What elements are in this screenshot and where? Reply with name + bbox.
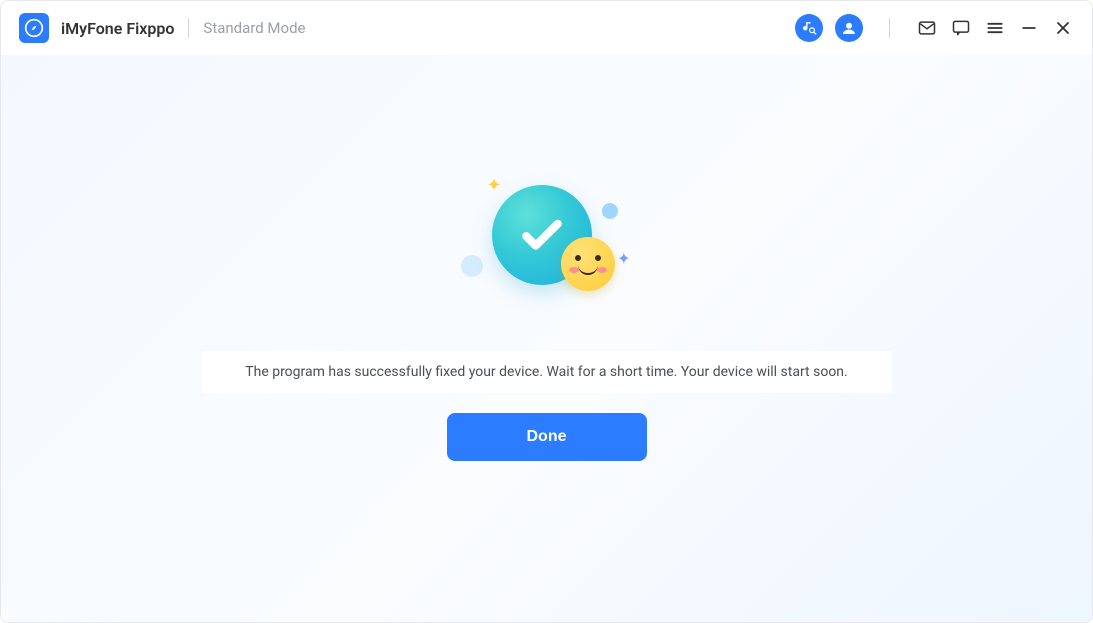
close-icon <box>1053 18 1073 38</box>
success-message: The program has successfully fixed your … <box>202 351 892 393</box>
titlebar: iMyFone Fixppo Standard Mode <box>1 1 1092 55</box>
sparkle-icon: ✦ <box>487 175 502 196</box>
minimize-icon <box>1019 18 1039 38</box>
actions-divider <box>889 18 890 38</box>
checkmark-icon <box>515 208 569 262</box>
success-illustration: ✦ ✦ <box>457 175 637 315</box>
mail-icon <box>917 18 937 38</box>
menu-button[interactable] <box>984 17 1006 39</box>
menu-icon <box>985 18 1005 38</box>
twinkle-icon: ✦ <box>617 249 630 268</box>
app-title: iMyFone Fixppo <box>61 19 174 38</box>
account-icon <box>840 19 858 37</box>
feedback-icon <box>951 18 971 38</box>
bubble-icon <box>602 203 618 219</box>
music-search-icon <box>800 19 818 37</box>
music-search-button[interactable] <box>795 14 823 42</box>
titlebar-actions <box>795 14 1074 42</box>
account-button[interactable] <box>835 14 863 42</box>
mode-label: Standard Mode <box>203 19 305 37</box>
close-button[interactable] <box>1052 17 1074 39</box>
title-divider <box>188 18 189 38</box>
compass-icon <box>24 18 44 38</box>
smiley-icon <box>561 237 615 291</box>
mail-button[interactable] <box>916 17 938 39</box>
bubble-icon <box>461 255 483 277</box>
app-window: iMyFone Fixppo Standard Mode <box>0 0 1093 623</box>
app-logo <box>19 13 49 43</box>
minimize-button[interactable] <box>1018 17 1040 39</box>
done-button[interactable]: Done <box>447 413 647 461</box>
content-area: ✦ ✦ The program has successfully fixed y… <box>1 55 1092 622</box>
feedback-button[interactable] <box>950 17 972 39</box>
